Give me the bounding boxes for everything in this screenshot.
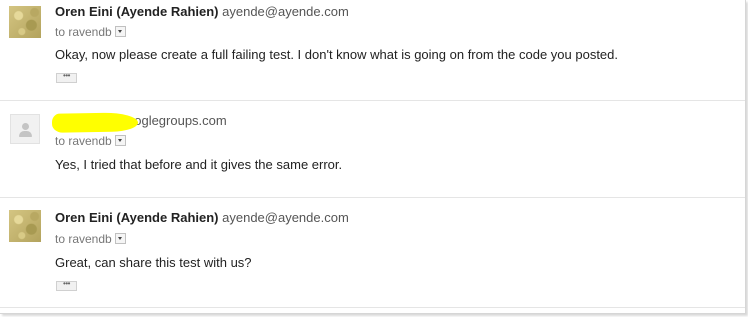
message-body: Yes, I tried that before and it gives th… — [55, 157, 343, 172]
show-details-dropdown-icon[interactable] — [114, 135, 126, 147]
sender-line: Oren Eini (Ayende Rahien) ayende@ayende.… — [55, 210, 349, 225]
sender-email: ayende@ayende.com — [222, 210, 349, 225]
person-body-shape — [19, 131, 32, 137]
sender-line: Oren Eini (Ayende Rahien) ayende@ayende.… — [55, 4, 349, 19]
email-thread: Oren Eini (Ayende Rahien) ayende@ayende.… — [0, 0, 746, 314]
avatar[interactable] — [9, 210, 41, 242]
recipient-label: to ravendb — [55, 134, 112, 148]
default-avatar-icon[interactable] — [10, 114, 40, 144]
show-details-dropdown-icon[interactable] — [114, 26, 126, 38]
sender-email: ayende@ayende.com — [222, 4, 349, 19]
sender-name[interactable]: Oren Eini (Ayende Rahien) — [55, 210, 219, 225]
message-body: Okay, now please create a full failing t… — [55, 47, 619, 62]
recipient-line: to ravendb — [55, 232, 126, 246]
show-details-dropdown-icon[interactable] — [114, 233, 126, 245]
recipient-line: to ravendb — [55, 134, 126, 148]
sender-name[interactable]: Oren Eini (Ayende Rahien) — [55, 4, 219, 19]
message-body: Great, can share this test with us? — [55, 255, 252, 270]
message-3[interactable]: Oren Eini (Ayende Rahien) ayende@ayende.… — [0, 197, 745, 308]
recipient-label: to ravendb — [55, 25, 112, 39]
message-1[interactable]: Oren Eini (Ayende Rahien) ayende@ayende.… — [0, 0, 745, 101]
sender-email: ooglegroups.com — [127, 113, 227, 128]
show-trimmed-content-button[interactable]: ••• — [56, 281, 77, 291]
recipient-label: to ravendb — [55, 232, 112, 246]
recipient-line: to ravendb — [55, 25, 126, 39]
show-trimmed-content-button[interactable]: ••• — [56, 73, 77, 83]
person-head-shape — [22, 123, 29, 130]
avatar[interactable] — [9, 6, 41, 38]
redaction-highlight — [51, 112, 139, 133]
